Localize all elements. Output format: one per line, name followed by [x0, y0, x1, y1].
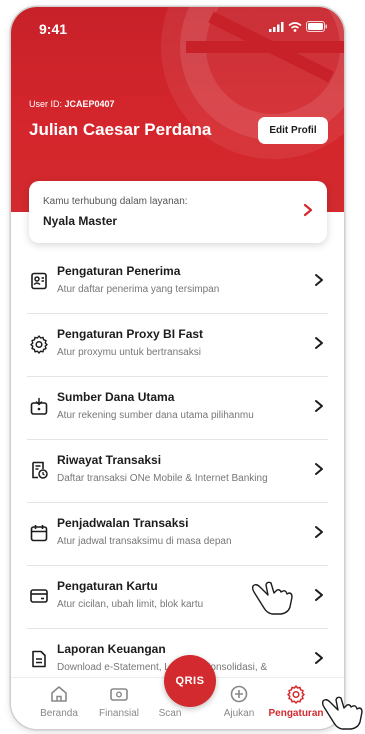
calendar-icon	[30, 525, 48, 542]
gear-icon	[287, 685, 305, 704]
history-receipt-icon	[32, 461, 48, 479]
service-subtitle: Kamu terhubung dalam layanan:	[43, 196, 188, 207]
phone-frame: 9:41 User ID: JCAEP0407 Julian Caesar Pe…	[11, 7, 344, 729]
nav-item-ajukan[interactable]: Ajukan	[209, 684, 269, 719]
status-icons	[269, 21, 328, 32]
tap-hand-icon	[321, 696, 363, 730]
nav-label: Beranda	[40, 708, 78, 719]
battery-icon	[306, 21, 327, 32]
user-id-label: User ID:	[29, 99, 63, 109]
chevron-right-icon	[315, 652, 323, 664]
menu-item-desc: Atur jadwal transaksimu di masa depan	[57, 536, 232, 547]
home-icon	[51, 686, 67, 702]
user-id-value: JCAEP0407	[64, 99, 115, 109]
wifi-icon	[288, 21, 302, 32]
wallet-icon	[110, 688, 128, 701]
tap-hand-icon	[251, 581, 293, 615]
document-icon	[32, 650, 46, 668]
chevron-right-icon	[315, 589, 323, 601]
menu-item-title: Penjadwalan Transaksi	[57, 516, 189, 530]
chevron-right-icon	[303, 203, 313, 217]
service-card[interactable]: Kamu terhubung dalam layanan: Nyala Mast…	[29, 181, 327, 243]
menu-item-desc: Atur rekening sumber dana utama pilihanm…	[57, 410, 254, 421]
menu-item-riwayat-transaksi[interactable]: Riwayat Transaksi Daftar transaksi ONe M…	[27, 440, 328, 503]
recipient-card-icon	[31, 272, 47, 290]
settings-menu-list: Pengaturan Penerima Atur daftar penerima…	[11, 251, 344, 692]
menu-item-title: Pengaturan Proxy BI Fast	[57, 327, 204, 341]
chevron-right-icon	[315, 337, 323, 349]
user-id: User ID: JCAEP0407	[29, 99, 115, 109]
menu-item-pengaturan-proxy[interactable]: Pengaturan Proxy BI Fast Atur proxymu un…	[27, 314, 328, 377]
chevron-right-icon	[315, 526, 323, 538]
wallet-download-icon	[30, 397, 48, 415]
edit-profile-button[interactable]: Edit Profil	[258, 117, 328, 144]
gear-icon	[30, 335, 48, 354]
menu-item-sumber-dana[interactable]: Sumber Dana Utama Atur rekening sumber d…	[27, 377, 328, 440]
menu-item-penjadwalan-transaksi[interactable]: Penjadwalan Transaksi Atur jadwal transa…	[27, 503, 328, 566]
chevron-right-icon	[315, 400, 323, 412]
user-name: Julian Caesar Perdana	[29, 120, 212, 139]
plus-circle-icon	[230, 685, 248, 703]
chevron-right-icon	[315, 274, 323, 286]
menu-item-title: Pengaturan Penerima	[57, 264, 181, 278]
signal-icon	[269, 21, 284, 32]
menu-item-title: Riwayat Transaksi	[57, 453, 162, 467]
menu-item-pengaturan-penerima[interactable]: Pengaturan Penerima Atur daftar penerima…	[27, 251, 328, 314]
menu-item-desc: Atur proxymu untuk bertransaksi	[57, 347, 201, 358]
nav-label: Ajukan	[223, 708, 255, 719]
service-name: Nyala Master	[43, 214, 118, 228]
chevron-right-icon	[315, 463, 323, 475]
menu-item-desc: Daftar transaksi ONe Mobile & Internet B…	[57, 473, 268, 484]
menu-item-title: Pengaturan Kartu	[57, 579, 158, 593]
qris-logo: QRIS	[175, 675, 205, 687]
menu-item-desc: Atur daftar penerima yang tersimpan	[57, 284, 220, 295]
nav-label: Scan	[158, 708, 182, 719]
nav-item-beranda[interactable]: Beranda	[29, 684, 89, 719]
status-time: 9:41	[39, 21, 68, 37]
nav-label: Pengaturan	[268, 708, 324, 719]
credit-card-icon	[30, 589, 48, 603]
menu-item-title: Sumber Dana Utama	[57, 390, 175, 404]
qris-scan-button[interactable]: QRIS	[164, 655, 216, 707]
menu-item-title: Laporan Keuangan	[57, 642, 166, 656]
nav-item-pengaturan[interactable]: Pengaturan	[266, 684, 326, 719]
